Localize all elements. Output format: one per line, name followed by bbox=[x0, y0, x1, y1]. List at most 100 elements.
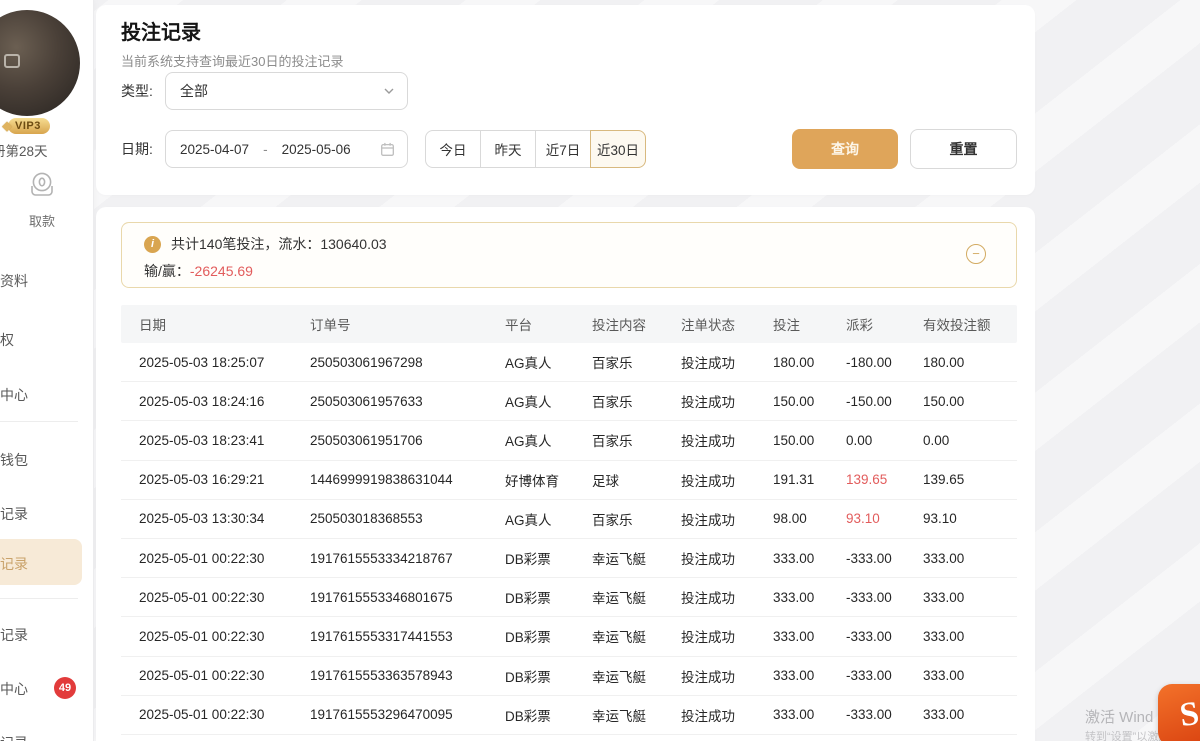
deposit-icon[interactable] bbox=[0, 172, 6, 213]
cell-payout: -333.00 bbox=[846, 629, 923, 644]
cell-platform: DB彩票 bbox=[505, 626, 592, 646]
quick-30days-button[interactable]: 近30日 bbox=[590, 130, 646, 168]
sidebar-item-records[interactable]: 记录 bbox=[0, 504, 28, 524]
type-label: 类型: bbox=[121, 83, 153, 99]
vip-badge-label: VIP3 bbox=[8, 118, 50, 134]
cell-content: 幸运飞艇 bbox=[592, 587, 681, 607]
sidebar-divider bbox=[0, 598, 78, 599]
quick-today-button[interactable]: 今日 bbox=[425, 130, 481, 168]
table-row: 2025-05-03 13:30:34 250503018368553 AG真人… bbox=[121, 500, 1017, 539]
activate-windows-watermark: 激活 Wind bbox=[1085, 706, 1153, 727]
cell-payout: -333.00 bbox=[846, 707, 923, 722]
cell-platform: DB彩票 bbox=[505, 548, 592, 568]
table-header: 日期 订单号 平台 投注内容 注单状态 投注 派彩 有效投注额 bbox=[121, 305, 1017, 343]
cell-status: 投注成功 bbox=[681, 705, 773, 725]
header-bet: 投注 bbox=[773, 314, 846, 334]
sidebar-item-records-2[interactable]: 记录 bbox=[0, 625, 28, 645]
sidebar-item-wallet[interactable]: 钱包 bbox=[0, 450, 28, 470]
notification-badge: 49 bbox=[54, 677, 76, 699]
header-date: 日期 bbox=[121, 314, 310, 334]
page-subtitle: 当前系统支持查询最近30日的投注记录 bbox=[121, 51, 343, 70]
cell-platform: AG真人 bbox=[505, 509, 592, 529]
type-select[interactable]: 全部 bbox=[165, 72, 408, 110]
quick-yesterday-button[interactable]: 昨天 bbox=[480, 130, 536, 168]
sidebar-item-betting-records-active[interactable]: 记录 bbox=[0, 539, 82, 585]
cell-order: 250503061957633 bbox=[310, 394, 505, 409]
cell-order: 1917615553346801675 bbox=[310, 590, 505, 605]
cell-status: 投注成功 bbox=[681, 666, 773, 686]
sidebar-item-profile[interactable]: 资料 bbox=[0, 271, 28, 291]
page-title: 投注记录 bbox=[121, 16, 201, 45]
cell-valid: 93.10 bbox=[923, 511, 1017, 526]
type-select-value: 全部 bbox=[180, 81, 383, 101]
sidebar-item-label: 记录 bbox=[0, 554, 28, 574]
cell-platform: DB彩票 bbox=[505, 587, 592, 607]
avatar-photo-detail bbox=[4, 54, 20, 68]
reset-button[interactable]: 重置 bbox=[910, 129, 1017, 169]
cell-date: 2025-05-01 00:22:30 bbox=[121, 707, 310, 722]
date-range-input[interactable]: 2025-04-07 - 2025-05-06 bbox=[165, 130, 408, 168]
cell-platform: DB彩票 bbox=[505, 705, 592, 725]
sidebar-divider bbox=[0, 421, 78, 422]
results-card: i 共计140笔投注，流水：130640.03 输/赢：-26245.69 − … bbox=[96, 207, 1035, 741]
withdraw-button[interactable]: 取款 bbox=[22, 168, 62, 230]
member-days-text: 册第28天 bbox=[0, 140, 48, 160]
withdraw-label: 取款 bbox=[22, 211, 62, 230]
cell-bet: 150.00 bbox=[773, 394, 846, 409]
table-row: 2025-05-03 16:29:21 1446999919838631044 … bbox=[121, 461, 1017, 500]
cell-order: 250503061967298 bbox=[310, 355, 505, 370]
cell-valid: 333.00 bbox=[923, 668, 1017, 683]
table-row: 2025-05-03 18:24:16 250503061957633 AG真人… bbox=[121, 382, 1017, 421]
cell-content: 足球 bbox=[592, 470, 681, 490]
floating-app-logo[interactable]: S bbox=[1158, 684, 1200, 741]
cell-platform: AG真人 bbox=[505, 352, 592, 372]
cell-payout: 139.65 bbox=[846, 472, 923, 487]
collapse-icon[interactable]: − bbox=[966, 244, 986, 264]
table-row: 2025-05-01 00:22:30 1917615553346801675 … bbox=[121, 578, 1017, 617]
cell-payout: -150.00 bbox=[846, 394, 923, 409]
cell-date: 2025-05-03 18:24:16 bbox=[121, 394, 310, 409]
cell-valid: 139.65 bbox=[923, 472, 1017, 487]
cell-content: 百家乐 bbox=[592, 352, 681, 372]
cell-valid: 333.00 bbox=[923, 551, 1017, 566]
avatar[interactable] bbox=[0, 10, 80, 116]
date-to: 2025-05-06 bbox=[282, 142, 380, 157]
cell-platform: AG真人 bbox=[505, 391, 592, 411]
cell-bet: 333.00 bbox=[773, 707, 846, 722]
cell-order: 1446999919838631044 bbox=[310, 472, 505, 487]
summary-totals: 共计140笔投注，流水：130640.03 bbox=[171, 234, 387, 254]
sidebar-item-center[interactable]: 中心 bbox=[0, 385, 28, 405]
cell-bet: 150.00 bbox=[773, 433, 846, 448]
cell-valid: 333.00 bbox=[923, 629, 1017, 644]
cell-status: 投注成功 bbox=[681, 626, 773, 646]
cell-payout: 0.00 bbox=[846, 433, 923, 448]
cell-content: 百家乐 bbox=[592, 430, 681, 450]
header-platform: 平台 bbox=[505, 314, 592, 334]
sidebar-item-message-center[interactable]: 中心 bbox=[0, 679, 28, 699]
cell-bet: 180.00 bbox=[773, 355, 846, 370]
chevron-down-icon bbox=[383, 85, 395, 97]
search-button[interactable]: 查询 bbox=[792, 129, 898, 169]
quick-7days-button[interactable]: 近7日 bbox=[535, 130, 591, 168]
cell-content: 幸运飞艇 bbox=[592, 705, 681, 725]
cell-date: 2025-05-01 00:22:30 bbox=[121, 629, 310, 644]
cell-status: 投注成功 bbox=[681, 548, 773, 568]
sidebar-item-privileges[interactable]: 权 bbox=[0, 330, 14, 350]
cell-bet: 333.00 bbox=[773, 668, 846, 683]
cell-platform: 好博体育 bbox=[505, 470, 592, 490]
table-row: 2025-05-01 00:22:30 1917615553296470095 … bbox=[121, 696, 1017, 735]
cell-bet: 98.00 bbox=[773, 511, 846, 526]
cell-order: 1917615553334218767 bbox=[310, 551, 505, 566]
diamond-icon: ◆ bbox=[2, 118, 12, 134]
table-row: 2025-05-03 18:25:07 250503061967298 AG真人… bbox=[121, 343, 1017, 382]
table-row: 2025-05-01 00:22:30 1917615553363578943 … bbox=[121, 657, 1017, 696]
header-order: 订单号 bbox=[310, 314, 505, 334]
cell-order: 250503061951706 bbox=[310, 433, 505, 448]
cell-valid: 150.00 bbox=[923, 394, 1017, 409]
sidebar-item-clipped[interactable]: 记录 bbox=[0, 733, 28, 741]
withdraw-icon bbox=[24, 168, 60, 204]
cell-date: 2025-05-01 00:22:30 bbox=[121, 551, 310, 566]
cell-date: 2025-05-03 16:29:21 bbox=[121, 472, 310, 487]
betting-table: 日期 订单号 平台 投注内容 注单状态 投注 派彩 有效投注额 2025-05-… bbox=[121, 305, 1017, 735]
cell-order: 1917615553317441553 bbox=[310, 629, 505, 644]
